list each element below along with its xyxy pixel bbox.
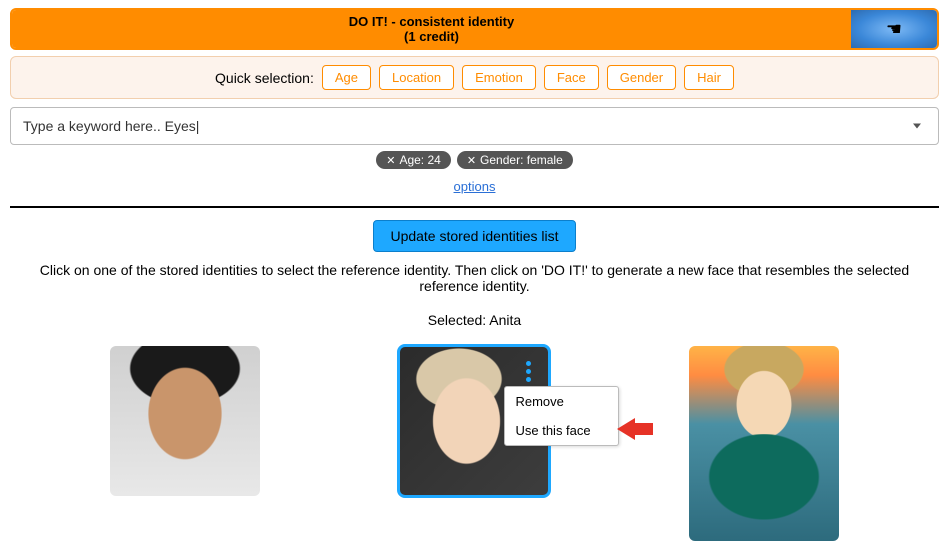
selected-identity-label: Selected: Anita xyxy=(0,312,949,328)
face-image xyxy=(110,346,260,496)
instruction-text: Click on one of the stored identities to… xyxy=(0,262,949,294)
banner-text: DO IT! - consistent identity (1 credit) xyxy=(12,10,851,48)
remove-tag-icon[interactable]: ✕ xyxy=(467,154,476,167)
face-image xyxy=(689,346,839,541)
active-tags-row: ✕ Age: 24 ✕ Gender: female xyxy=(0,151,949,169)
banner-title: DO IT! - consistent identity xyxy=(349,14,514,29)
thumb-menu-trigger[interactable] xyxy=(526,361,531,382)
hand-pointer-icon: ☚ xyxy=(886,19,902,40)
chip-hair[interactable]: Hair xyxy=(684,65,734,90)
tag-gender-text: Gender: female xyxy=(480,153,563,167)
do-it-button[interactable]: ☚ xyxy=(851,10,937,48)
tag-age-text: Age: 24 xyxy=(399,153,440,167)
callout-arrow-icon xyxy=(617,418,653,440)
chip-gender[interactable]: Gender xyxy=(607,65,676,90)
remove-tag-icon[interactable]: ✕ xyxy=(386,154,395,167)
identity-thumb-2[interactable]: Remove Use this face xyxy=(399,346,549,496)
do-it-banner[interactable]: DO IT! - consistent identity (1 credit) … xyxy=(10,8,939,50)
options-link[interactable]: options xyxy=(0,179,949,194)
identity-thumb-1[interactable] xyxy=(110,346,260,496)
dropdown-caret-icon[interactable] xyxy=(913,124,921,129)
quick-selection-row: Quick selection: Age Location Emotion Fa… xyxy=(10,56,939,99)
identity-thumb-3[interactable] xyxy=(689,346,839,541)
banner-subtitle: (1 credit) xyxy=(404,29,459,44)
update-identities-button[interactable]: Update stored identities list xyxy=(373,220,575,252)
chip-emotion[interactable]: Emotion xyxy=(462,65,536,90)
menu-item-use-face[interactable]: Use this face xyxy=(505,416,618,445)
chip-face[interactable]: Face xyxy=(544,65,599,90)
divider xyxy=(10,206,939,208)
thumb-context-menu: Remove Use this face xyxy=(504,386,619,446)
keyword-search-input[interactable] xyxy=(10,107,939,145)
tag-age[interactable]: ✕ Age: 24 xyxy=(376,151,451,169)
tag-gender[interactable]: ✕ Gender: female xyxy=(457,151,573,169)
menu-item-remove[interactable]: Remove xyxy=(505,387,618,416)
identities-gallery: Remove Use this face xyxy=(0,346,949,541)
chip-age[interactable]: Age xyxy=(322,65,371,90)
quick-selection-label: Quick selection: xyxy=(215,70,314,86)
keyword-search-wrap xyxy=(10,107,939,145)
chip-location[interactable]: Location xyxy=(379,65,454,90)
